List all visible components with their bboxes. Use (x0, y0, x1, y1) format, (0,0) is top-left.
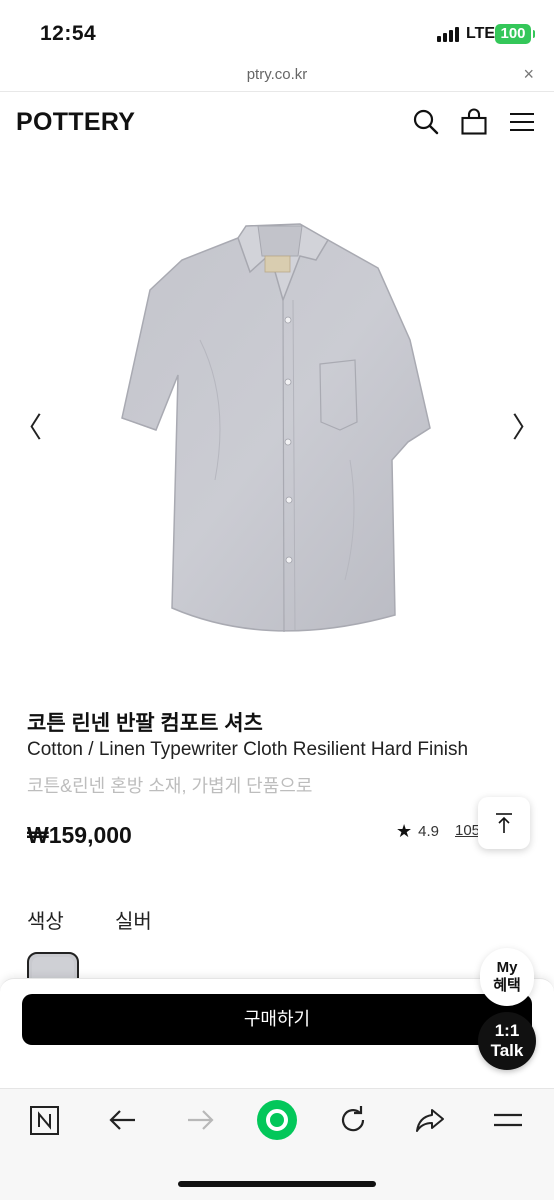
battery-icon: 100 (495, 24, 535, 44)
color-option-value: 실버 (115, 911, 152, 933)
my-benefit-line1: My (496, 959, 518, 976)
naver-n-icon[interactable] (27, 1102, 63, 1138)
menu-icon[interactable] (507, 107, 537, 137)
next-image-button[interactable]: 〉 (511, 410, 541, 446)
network-type: LTE (466, 25, 496, 42)
reload-icon[interactable] (335, 1102, 371, 1138)
prev-image-button[interactable]: 〈 (13, 410, 43, 446)
status-time: 12:54 (40, 22, 97, 45)
product-name-korean: 코튼 린넨 반팔 컴포트 셔츠 (27, 712, 263, 735)
product-name-english: Cotton / Linen Typewriter Cloth Resilien… (27, 739, 469, 760)
signal-icon (437, 26, 463, 42)
my-benefit-line2: 혜택 (493, 977, 521, 994)
talk-line1: 1:1 (494, 1021, 520, 1040)
close-icon[interactable]: × (523, 64, 534, 85)
back-arrow-icon[interactable] (105, 1102, 141, 1138)
buy-button[interactable]: 구매하기 (22, 994, 532, 1045)
review-count-link[interactable]: 105 (455, 822, 480, 839)
forward-arrow-icon[interactable] (182, 1102, 218, 1138)
talk-line2: Talk (490, 1041, 524, 1060)
color-option-label: 색상 (27, 911, 64, 933)
my-benefit-button[interactable]: My 혜택 (480, 948, 534, 1006)
site-logo[interactable]: POTTERY (16, 108, 135, 137)
rating: ★ 4.9 (396, 820, 439, 842)
rating-value: 4.9 (418, 822, 439, 840)
home-indicator (178, 1181, 376, 1187)
arrow-up-icon (496, 813, 512, 833)
product-description: 코튼&린넨 혼방 소재, 가볍게 단품으로 (27, 776, 313, 796)
site-header: POTTERY (0, 93, 554, 153)
shopping-bag-icon[interactable] (459, 107, 489, 137)
status-bar: 12:54 LTE 100 (0, 0, 554, 62)
product-price: ₩159,000 (27, 822, 132, 848)
talk-button[interactable]: 1:1 Talk (478, 1012, 536, 1070)
scroll-to-top-button[interactable] (478, 797, 530, 849)
url-bar[interactable]: ptry.co.kr × (0, 62, 554, 92)
share-icon[interactable] (412, 1102, 448, 1138)
menu-icon[interactable] (490, 1102, 526, 1138)
search-icon[interactable] (411, 107, 441, 137)
product-image[interactable] (0, 160, 554, 680)
star-icon: ★ (396, 820, 413, 841)
green-home-icon[interactable] (256, 1099, 298, 1141)
url-text[interactable]: ptry.co.kr (0, 66, 554, 83)
